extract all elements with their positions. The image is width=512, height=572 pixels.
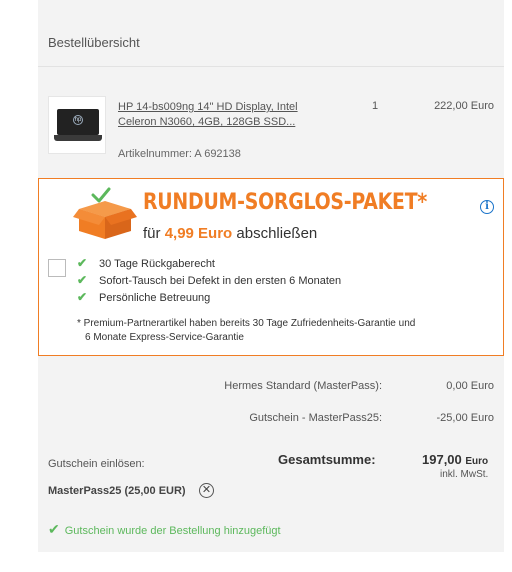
check-icon: ✔ bbox=[48, 521, 60, 537]
check-icon: ✔ bbox=[77, 256, 88, 270]
promo-checkbox[interactable] bbox=[48, 259, 66, 277]
article-number: Artikelnummer: A 692138 bbox=[118, 148, 241, 160]
promo-price: 4,99 Euro bbox=[164, 225, 233, 242]
promo-title: RUNDUM-SORGLOS-PAKET* bbox=[143, 190, 428, 215]
laptop-thumbnail[interactable]: hp bbox=[48, 96, 106, 154]
package-box-icon bbox=[73, 187, 137, 239]
total-label: Gesamtsumme: bbox=[278, 452, 376, 467]
product-name-link[interactable]: HP 14-bs009ng 14" HD Display, Intel Cele… bbox=[118, 100, 328, 130]
feature-list: ✔ 30 Tage Rückgaberecht ✔ Sofort-Tausch be… bbox=[77, 255, 341, 306]
product-quantity: 1 bbox=[372, 100, 379, 112]
check-icon: ✔ bbox=[77, 290, 88, 304]
vat-note: inkl. MwSt. bbox=[440, 469, 489, 480]
product-row: hp HP 14-bs009ng 14" HD Display, Intel C… bbox=[38, 68, 504, 176]
redeem-voucher-label: Gutschein einlösen: bbox=[48, 458, 145, 470]
page-title: Bestellübersicht bbox=[48, 35, 140, 50]
order-summary-header: Bestellübersicht bbox=[38, 19, 504, 67]
list-item: ✔ Sofort-Tausch bei Defekt in den ersten … bbox=[77, 273, 342, 287]
product-price: 222,00 Euro bbox=[434, 100, 494, 112]
voucher-success-message: ✔ Gutschein wurde der Bestellung hinzugef… bbox=[48, 521, 281, 537]
list-item: ✔ Persönliche Betreuung bbox=[77, 290, 211, 304]
voucher-value: -25,00 Euro bbox=[436, 412, 494, 424]
applied-voucher-code: MasterPass25 (25,00 EUR) bbox=[48, 485, 186, 497]
remove-voucher-icon[interactable]: ✕ bbox=[199, 483, 214, 498]
info-icon[interactable]: i bbox=[480, 200, 494, 214]
hp-logo-icon: hp bbox=[73, 115, 83, 125]
promo-subtitle: für 4,99 Euro abschließen bbox=[143, 225, 318, 242]
shipping-row: Hermes Standard (MasterPass): 0,00 Euro bbox=[38, 380, 504, 396]
promo-footnote: * Premium-Partnerartikel haben bereits 3… bbox=[77, 318, 416, 343]
protection-package-offer: RUNDUM-SORGLOS-PAKET* für 4,99 Euro absc… bbox=[38, 178, 504, 356]
voucher-row: Gutschein - MasterPass25: -25,00 Euro bbox=[38, 412, 504, 428]
shipping-value: 0,00 Euro bbox=[446, 380, 494, 392]
voucher-label: Gutschein - MasterPass25: bbox=[249, 412, 382, 424]
shipping-label: Hermes Standard (MasterPass): bbox=[224, 380, 382, 392]
check-icon: ✔ bbox=[77, 273, 88, 287]
total-value: 197,00 Euro bbox=[422, 452, 489, 467]
list-item: ✔ 30 Tage Rückgaberecht bbox=[77, 256, 215, 270]
